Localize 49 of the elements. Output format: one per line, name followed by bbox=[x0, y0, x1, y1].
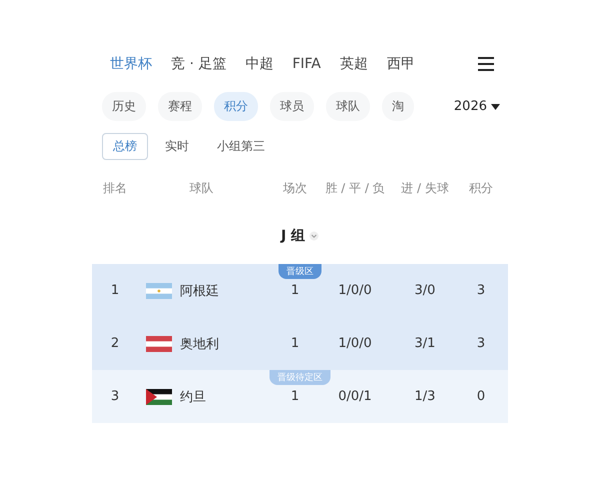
view-tab[interactable]: 小组第三 bbox=[206, 133, 276, 160]
year-dropdown[interactable]: 2026 bbox=[454, 99, 500, 114]
section-tab[interactable]: 球队 bbox=[326, 92, 370, 121]
column-header: 球队 bbox=[188, 180, 214, 196]
flag-icon bbox=[146, 282, 172, 298]
view-tab[interactable]: 总榜 bbox=[102, 133, 148, 160]
record-cell-text: 0/0/1 bbox=[337, 389, 373, 404]
flag-icon bbox=[146, 336, 172, 352]
section-tab[interactable]: 球员 bbox=[270, 92, 314, 121]
view-tab[interactable]: 实时 bbox=[154, 133, 200, 160]
points-cell-text: 0 bbox=[476, 389, 486, 404]
goals-cell-text: 3/1 bbox=[414, 336, 436, 351]
column-header: 积分 bbox=[468, 180, 494, 196]
goals-cell-text: 1/3 bbox=[414, 389, 436, 404]
played-cell-text: 1 bbox=[290, 336, 300, 351]
rank-cell-text: 2 bbox=[110, 336, 120, 351]
section-tab[interactable]: 赛程 bbox=[158, 92, 202, 121]
record-cell-text: 1/0/0 bbox=[337, 283, 373, 298]
team-name: 约旦 bbox=[180, 388, 206, 406]
zone-badge: 晋级待定区 bbox=[270, 370, 330, 385]
section-tab[interactable]: 积分 bbox=[214, 92, 258, 121]
caret-icon bbox=[491, 104, 500, 110]
column-header: 进 / 失球 bbox=[400, 180, 450, 196]
menu-icon[interactable] bbox=[478, 57, 494, 71]
record-cell-text: 1/0/0 bbox=[337, 336, 373, 351]
goals-cell-text: 3/0 bbox=[414, 283, 436, 298]
group-title: J 组 bbox=[280, 227, 306, 245]
section-tab[interactable]: 历史 bbox=[102, 92, 146, 121]
nav-tab[interactable]: FIFA bbox=[292, 56, 321, 72]
played-cell-text: 1 bbox=[290, 283, 300, 298]
column-header: 排名 bbox=[102, 180, 128, 196]
chevron-icon[interactable] bbox=[309, 231, 320, 241]
section-tab[interactable]: 淘 bbox=[382, 92, 414, 121]
zone-badge: 晋级区 bbox=[278, 264, 322, 279]
column-header: 胜 / 平 / 负 bbox=[325, 180, 385, 196]
nav-tab[interactable]: 竞 · 足篮 bbox=[171, 55, 226, 73]
nav-tab[interactable]: 西甲 bbox=[386, 55, 415, 73]
column-header: 场次 bbox=[282, 180, 308, 196]
played-cell-text: 1 bbox=[290, 389, 300, 404]
nav-tab[interactable]: 英超 bbox=[340, 55, 368, 73]
team-name: 阿根廷 bbox=[180, 282, 219, 300]
rank-cell-text: 3 bbox=[110, 389, 120, 404]
points-cell-text: 3 bbox=[476, 336, 486, 351]
points-cell-text: 3 bbox=[476, 283, 486, 298]
team-name: 奥地利 bbox=[180, 336, 219, 352]
nav-tab[interactable]: 世界杯 bbox=[110, 55, 152, 73]
rank-cell-text: 1 bbox=[110, 283, 120, 298]
nav-tab[interactable]: 中超 bbox=[245, 55, 274, 73]
flag-icon bbox=[146, 388, 172, 404]
